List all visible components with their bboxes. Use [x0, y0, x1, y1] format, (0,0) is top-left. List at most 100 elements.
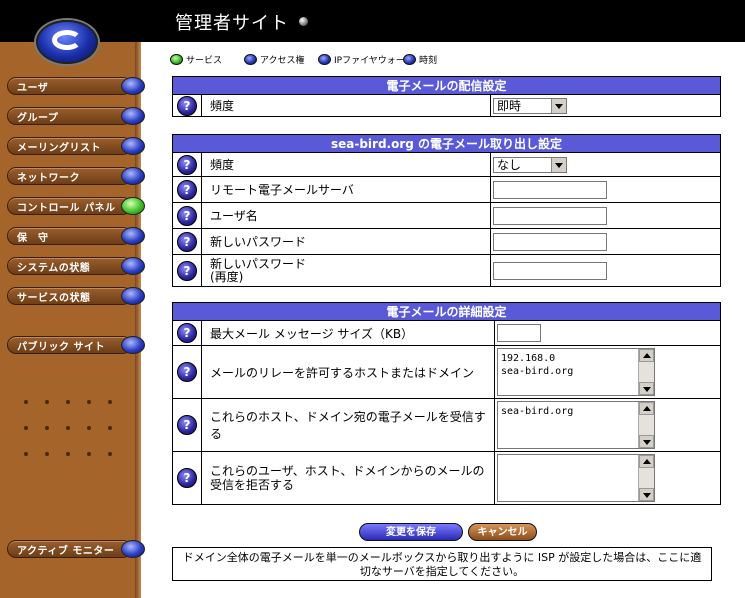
sidebar-item-mailing-lists[interactable]: メーリングリスト	[7, 137, 145, 155]
help-icon[interactable]: ?	[177, 154, 197, 175]
scroll-up-icon[interactable]	[639, 349, 654, 362]
help-icon[interactable]: ?	[177, 362, 197, 382]
select-value: 即時	[497, 98, 522, 113]
help-icon[interactable]: ?	[177, 323, 197, 343]
cancel-button[interactable]: キャンセル	[468, 523, 537, 541]
sidebar-item-system-status[interactable]: システムの状態	[7, 257, 145, 275]
field-label: 最大メール メッセージ サイズ（KB）	[201, 320, 495, 346]
field-label: リモート電子メールサーバ	[201, 176, 491, 203]
help-text-box: ドメイン全体の電子メールを単一のメールボックスから取り出すように ISP が設定…	[172, 547, 712, 581]
scroll-down-icon[interactable]	[639, 435, 654, 448]
delivery-frequency-select[interactable]: 即時	[493, 97, 567, 114]
help-cell: ?	[172, 254, 202, 287]
tab-services[interactable]: サービス	[170, 53, 222, 66]
section-header: 電子メールの配信設定	[172, 76, 721, 95]
remote-server-input[interactable]	[493, 180, 607, 199]
help-icon[interactable]: ?	[177, 205, 197, 226]
help-cell: ?	[172, 176, 202, 203]
value-cell: sea-bird.org	[494, 398, 721, 452]
scroll-down-icon[interactable]	[639, 488, 654, 501]
sidebar-item-label: システムの状態	[17, 263, 91, 274]
sidebar-item-network[interactable]: ネットワーク	[7, 167, 145, 185]
value-cell: 192.168.0 sea-bird.org	[494, 345, 721, 399]
help-cell: ?	[172, 202, 202, 229]
nav-ball-icon	[121, 257, 145, 275]
help-cell: ?	[172, 152, 202, 177]
sidebar-item-label: コントロール パネル	[17, 203, 116, 214]
new-password-input[interactable]	[493, 232, 607, 251]
decor-dots	[24, 419, 129, 433]
confirm-password-input[interactable]	[493, 261, 607, 280]
value-cell	[490, 176, 721, 203]
sidebar-item-label: ネットワーク	[17, 173, 80, 184]
scroll-down-icon[interactable]	[639, 382, 654, 395]
sidebar-item-label: グループ	[17, 113, 59, 124]
tab-ball-icon	[318, 54, 331, 65]
help-cell: ?	[172, 451, 202, 505]
sidebar-item-service-status[interactable]: サービスの状態	[7, 287, 145, 305]
sidebar-item-label: ユーザ	[17, 83, 49, 94]
help-icon[interactable]: ?	[177, 179, 197, 200]
tab-time[interactable]: 時刻	[403, 53, 437, 66]
receive-domains-textarea[interactable]: sea-bird.org	[497, 401, 655, 449]
help-icon[interactable]: ?	[177, 260, 197, 281]
logo-icon	[36, 20, 98, 64]
sidebar-item-users[interactable]: ユーザ	[7, 77, 145, 95]
field-label: 頻度	[201, 152, 491, 177]
username-input[interactable]	[493, 206, 607, 225]
tab-active-icon	[170, 54, 183, 65]
nav-ball-active-icon	[121, 197, 145, 215]
sidebar-item-label: メーリングリスト	[17, 143, 101, 154]
nav-ball-icon	[121, 227, 145, 245]
scroll-up-icon[interactable]	[639, 455, 654, 468]
sidebar-item-label: アクティブ モニター	[17, 546, 115, 557]
sidebar-item-label: パブリック サイト	[17, 342, 105, 353]
section-header: sea-bird.org の電子メール取り出し設定	[172, 134, 721, 153]
value-cell	[490, 202, 721, 229]
scrollbar[interactable]	[638, 455, 654, 501]
help-icon[interactable]: ?	[177, 468, 197, 488]
help-icon[interactable]: ?	[177, 95, 197, 116]
field-label: これらのホスト、ドメイン宛の電子メールを受信する	[201, 398, 495, 452]
sidebar	[0, 42, 135, 598]
field-label: 新しいパスワード	[201, 228, 491, 255]
value-cell: 即時	[490, 94, 721, 117]
reject-senders-textarea[interactable]	[497, 454, 655, 502]
tab-ip-firewall[interactable]: IPファイヤウォール	[318, 53, 414, 66]
nav-ball-icon	[121, 336, 145, 354]
logo-c-mark	[52, 30, 82, 50]
help-icon[interactable]: ?	[177, 415, 197, 435]
tab-access[interactable]: アクセス権	[244, 53, 305, 66]
sidebar-item-control-panel[interactable]: コントロール パネル	[7, 197, 145, 215]
nav-ball-icon	[121, 107, 145, 125]
sidebar-item-public-site[interactable]: パブリック サイト	[7, 336, 145, 354]
value-cell	[494, 320, 721, 346]
scrollbar[interactable]	[638, 402, 654, 448]
sidebar-item-maintenance[interactable]: 保 守	[7, 227, 145, 245]
sidebar-item-groups[interactable]: グループ	[7, 107, 145, 125]
relay-hosts-textarea[interactable]: 192.168.0 sea-bird.org	[497, 348, 655, 396]
decor-dots	[24, 393, 129, 407]
retrieval-frequency-select[interactable]: なし	[493, 156, 567, 173]
nav-ball-icon	[121, 540, 145, 558]
help-icon[interactable]: ?	[177, 231, 197, 252]
page-title: 管理者サイト	[175, 13, 289, 34]
save-changes-button[interactable]: 変更を保存	[359, 523, 463, 541]
section-header: 電子メールの詳細設定	[172, 302, 721, 321]
title-bullet-icon	[299, 17, 308, 26]
scroll-up-icon[interactable]	[639, 402, 654, 415]
sidebar-item-label: サービスの状態	[17, 293, 91, 304]
field-label: メールのリレーを許可するホストまたはドメイン	[201, 345, 495, 399]
scrollbar[interactable]	[638, 349, 654, 395]
help-cell: ?	[172, 94, 202, 117]
textarea-content: sea-bird.org	[501, 406, 574, 417]
max-message-size-input[interactable]	[497, 324, 541, 342]
delivery-settings-table: 電子メールの配信設定 ? 頻度 即時	[172, 76, 721, 117]
value-cell	[494, 451, 721, 505]
textarea-content: 192.168.0 sea-bird.org	[501, 353, 574, 377]
sidebar-item-active-monitor[interactable]: アクティブ モニター	[7, 540, 145, 558]
tab-label: 時刻	[419, 56, 438, 66]
help-cell: ?	[172, 320, 202, 346]
help-cell: ?	[172, 228, 202, 255]
decor-dots	[24, 445, 129, 459]
